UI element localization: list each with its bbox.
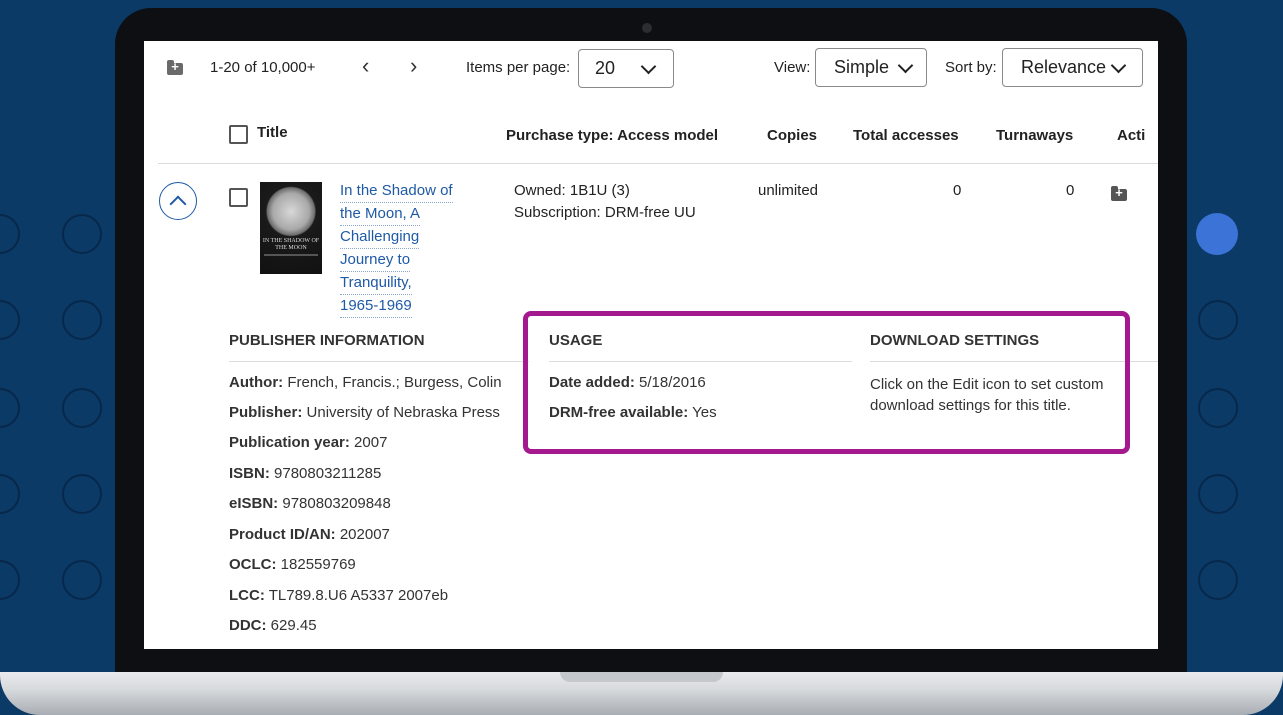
add-to-folder-icon[interactable]	[1111, 185, 1127, 201]
title-line: In the Shadow of	[340, 180, 453, 203]
field-author: Author: French, Francis.; Burgess, Colin	[229, 374, 502, 391]
result-range: 1-20 of 10,000+	[210, 59, 316, 76]
laptop-notch	[560, 672, 723, 682]
bg-circle	[0, 214, 20, 254]
bg-accent-dot	[1196, 213, 1238, 255]
bg-circle	[0, 560, 20, 600]
total-accesses-value: 0	[953, 182, 962, 199]
next-page-button[interactable]: ›	[410, 55, 417, 77]
section-divider	[229, 361, 529, 362]
column-header-title[interactable]: Title	[257, 124, 288, 141]
camera-icon	[642, 23, 652, 33]
column-header-total-accesses[interactable]: Total accesses	[853, 127, 959, 144]
bg-circle	[0, 300, 20, 340]
bg-circle	[62, 560, 102, 600]
bg-circle	[1198, 474, 1238, 514]
view-value: Simple	[834, 57, 890, 77]
chevron-down-icon	[640, 58, 657, 75]
field-eisbn: eISBN: 9780803209848	[229, 495, 391, 512]
column-header-actions: Acti	[1117, 127, 1146, 144]
collapse-row-button[interactable]	[159, 182, 197, 220]
book-cover-image[interactable]: IN THE SHADOW OF THE MOON	[260, 182, 322, 274]
items-per-page-label: Items per page:	[466, 59, 571, 76]
bg-circle	[62, 474, 102, 514]
column-header-purchase-type[interactable]: Purchase type: Access model	[506, 127, 718, 144]
chevron-up-icon	[169, 195, 187, 213]
add-to-folder-icon[interactable]	[167, 59, 183, 75]
bg-circle	[1198, 300, 1238, 340]
header-divider	[158, 163, 1158, 164]
chevron-down-icon	[1110, 57, 1127, 74]
copies-value: unlimited	[758, 182, 819, 199]
sort-select[interactable]: Relevance	[1002, 48, 1143, 87]
bg-circle	[0, 388, 20, 428]
row-select-checkbox[interactable]	[229, 188, 248, 207]
cover-decoration	[264, 254, 318, 256]
sort-label: Sort by:	[945, 59, 997, 76]
field-isbn: ISBN: 9780803211285	[229, 465, 382, 482]
bg-circle	[1198, 560, 1238, 600]
field-oclc: OCLC: 182559769	[229, 556, 356, 573]
column-header-turnaways[interactable]: Turnaways	[996, 127, 1073, 144]
view-label: View:	[774, 59, 811, 76]
book-title-link[interactable]: In the Shadow of the Moon, A Challenging…	[340, 180, 453, 318]
title-line: Journey to	[340, 249, 411, 272]
purchase-type-subscription: Subscription: DRM-free UU	[514, 204, 696, 221]
bg-circle	[62, 388, 102, 428]
bg-circle	[1198, 388, 1238, 428]
field-ddc: DDC: 629.45	[229, 617, 317, 634]
items-per-page-value: 20	[595, 58, 616, 78]
book-cover-title: IN THE SHADOW OF THE MOON	[262, 238, 320, 251]
chevron-down-icon	[897, 57, 914, 74]
purchase-type-owned: Owned: 1B1U (3)	[514, 182, 630, 199]
title-line: the Moon, A	[340, 203, 421, 226]
select-all-checkbox[interactable]	[229, 125, 248, 144]
publisher-info-heading: PUBLISHER INFORMATION	[229, 332, 425, 349]
bg-circle	[62, 214, 102, 254]
field-publication-year: Publication year: 2007	[229, 434, 388, 451]
view-select[interactable]: Simple	[815, 48, 927, 87]
field-product-id: Product ID/AN: 202007	[229, 526, 390, 543]
field-lcc: LCC: TL789.8.U6 A5337 2007eb	[229, 587, 449, 604]
title-line: 1965-1969	[340, 295, 412, 318]
highlight-annotation	[523, 311, 1130, 454]
items-per-page-select[interactable]: 20	[578, 49, 674, 88]
field-publisher: Publisher: University of Nebraska Press	[229, 404, 500, 421]
sort-value: Relevance	[1021, 57, 1107, 77]
bg-circle	[62, 300, 102, 340]
title-line: Challenging	[340, 226, 420, 249]
title-line: Tranquility,	[340, 272, 412, 295]
bg-circle	[0, 474, 20, 514]
previous-page-button[interactable]: ‹	[362, 55, 369, 77]
column-header-copies[interactable]: Copies	[767, 127, 817, 144]
turnaways-value: 0	[1066, 182, 1075, 199]
